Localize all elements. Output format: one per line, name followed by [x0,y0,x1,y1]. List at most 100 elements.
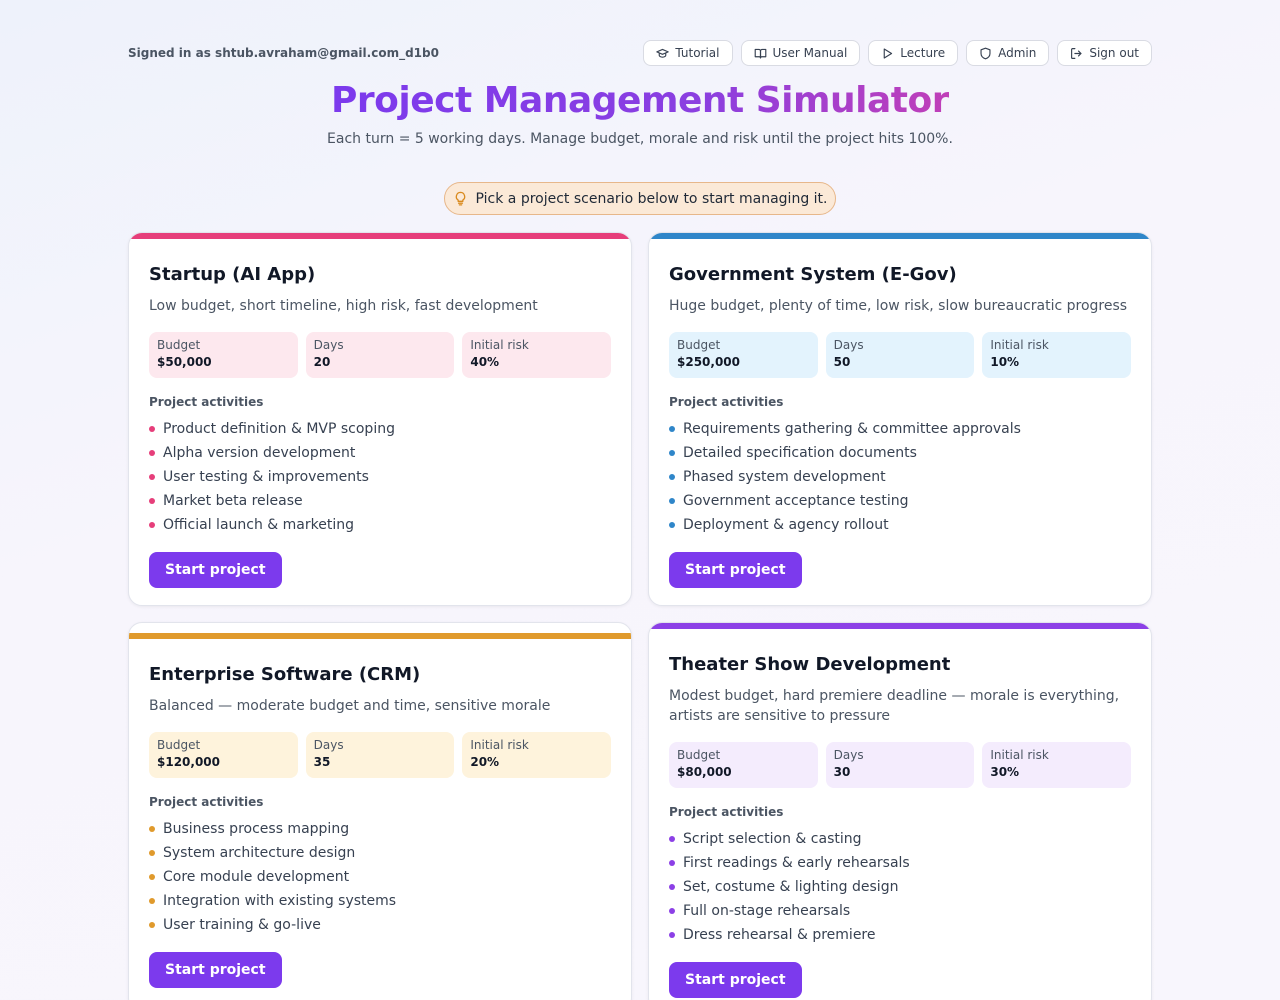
activity-item: Official launch & marketing [149,513,611,537]
bullet-dot-icon [149,474,155,480]
activities-list: Product definition & MVP scoping Alpha v… [149,417,611,537]
sign-out-button[interactable]: Sign out [1057,40,1152,66]
activity-item: Product definition & MVP scoping [149,417,611,441]
start-project-button[interactable]: Start project [149,952,282,988]
bullet-dot-icon [149,522,155,528]
stat-initial-risk: Initial risk 40% [462,332,612,378]
stat-value: $50,000 [157,355,212,369]
lecture-button[interactable]: Lecture [868,40,959,66]
activity-text: Core module development [163,869,350,885]
stat-budget: Budget $120,000 [149,732,298,778]
sign-out-label: Sign out [1089,46,1139,60]
lecture-label: Lecture [900,46,946,60]
user-manual-button[interactable]: User Manual [740,40,861,66]
stat-initial-risk: Initial risk 30% [982,742,1132,788]
stat-value: 20% [470,755,500,769]
activity-text: User training & go-live [163,917,321,933]
card-title: Enterprise Software (CRM) [149,664,421,685]
card-accent-bar [129,633,631,639]
bullet-dot-icon [669,884,675,890]
bullet-dot-icon [149,450,155,456]
activity-text: Government acceptance testing [683,493,909,509]
bullet-dot-icon [669,522,675,528]
activities-heading: Project activities [149,795,264,809]
start-project-button[interactable]: Start project [149,552,282,588]
stat-value: 35 [313,755,331,769]
stat-label: Budget [677,748,721,762]
stat-label: Days [833,748,864,762]
stat-label: Initial risk [990,748,1049,762]
bullet-dot-icon [669,498,675,504]
activities-heading: Project activities [669,805,784,819]
bullet-dot-icon [149,922,155,928]
stat-label: Initial risk [990,338,1049,352]
stat-label: Initial risk [470,738,529,752]
sign-out-icon [1071,47,1082,59]
stat-value: 10% [990,355,1020,369]
bullet-dot-icon [669,426,675,432]
bullet-dot-icon [669,908,675,914]
activity-item: Full on-stage rehearsals [669,899,1131,923]
stat-budget: Budget $80,000 [669,742,818,788]
activity-text: User testing & improvements [163,469,369,485]
page-title: Project Management Simulator [0,80,1280,121]
activities-list: Requirements gathering & committee appro… [669,417,1131,537]
stat-value: 20 [313,355,331,369]
activity-text: Alpha version development [163,445,356,461]
stat-value: $120,000 [157,755,221,769]
bullet-dot-icon [149,426,155,432]
bullet-dot-icon [149,850,155,856]
activity-item: Business process mapping [149,817,611,841]
activity-item: Dress rehearsal & premiere [669,923,1131,947]
play-icon [883,47,893,59]
shield-icon [980,47,991,59]
hint-text: Pick a project scenario below to start m… [475,190,828,207]
activities-heading: Project activities [669,395,784,409]
start-project-button[interactable]: Start project [669,552,802,588]
activity-text: Market beta release [163,493,303,509]
card-title: Government System (E-Gov) [669,264,957,285]
start-project-button[interactable]: Start project [669,962,802,998]
card-description: Low budget, short timeline, high risk, f… [149,298,538,314]
card-accent-bar [649,623,1151,629]
card-title: Startup (AI App) [149,264,316,285]
stat-initial-risk: Initial risk 20% [462,732,612,778]
activity-text: Set, costume & lighting design [683,879,899,895]
activity-item: Market beta release [149,489,611,513]
page-subtitle: Each turn = 5 working days. Manage budge… [327,131,953,147]
activity-item: First readings & early rehearsals [669,851,1131,875]
activity-item: User training & go-live [149,913,611,937]
bullet-dot-icon [149,874,155,880]
tutorial-button[interactable]: Tutorial [643,40,733,66]
stat-budget: Budget $250,000 [669,332,818,378]
user-manual-label: User Manual [772,46,848,60]
header-nav: Tutorial User Manual Lecture Admin Sign … [643,40,1152,66]
scenario-card-government: Government System (E-Gov) Huge budget, p… [648,232,1152,606]
stat-value: 50 [833,355,851,369]
book-icon [754,48,766,59]
lightbulb-icon [455,191,465,206]
scenario-card-theater: Theater Show Development Modest budget, … [648,622,1152,1000]
hint-banner: Pick a project scenario below to start m… [444,182,836,215]
activity-item: Deployment & agency rollout [669,513,1131,537]
bullet-dot-icon [669,932,675,938]
activity-text: Official launch & marketing [163,517,354,533]
activity-item: Script selection & casting [669,827,1131,851]
stat-label: Days [313,338,344,352]
activity-text: Business process mapping [163,821,350,837]
stat-days: Days 50 [825,332,975,378]
bullet-dot-icon [669,860,675,866]
page-title-text: Project Management Simulator [331,80,949,121]
stat-value: 30% [990,765,1020,779]
admin-button[interactable]: Admin [966,40,1050,66]
activity-item: Detailed specification documents [669,441,1131,465]
activities-list: Business process mapping System architec… [149,817,611,937]
activity-item: Phased system development [669,465,1131,489]
stat-budget: Budget $50,000 [149,332,298,378]
activity-item: Government acceptance testing [669,489,1131,513]
card-title: Theater Show Development [669,654,951,675]
card-description: Huge budget, plenty of time, low risk, s… [669,298,1128,314]
stat-value: $80,000 [677,765,732,779]
activity-item: Core module development [149,865,611,889]
activity-text: Deployment & agency rollout [683,517,889,533]
